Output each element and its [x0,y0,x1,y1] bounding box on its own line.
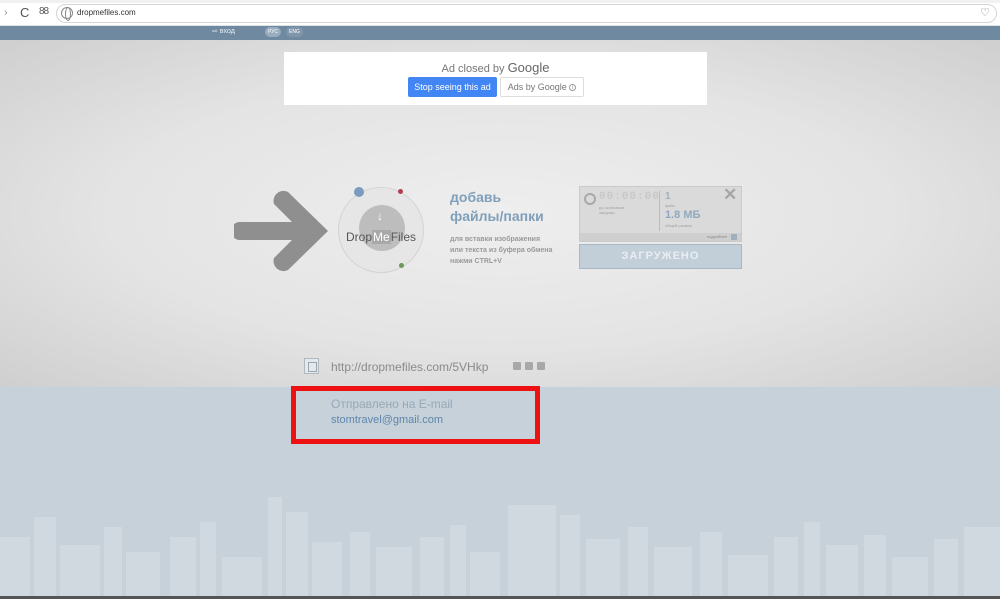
logo-me: Me [372,230,391,244]
total-size-label: общий размер [665,223,692,228]
add-files-title[interactable]: добавь файлы/папки [450,188,544,226]
paste-hint: для вставки изображения или текста из бу… [450,234,552,267]
twitter-icon[interactable] [525,362,533,370]
details-link[interactable]: подробнее [707,234,727,239]
address-url[interactable]: dropmefiles.com [77,8,136,17]
add-title-line1: добавь [450,189,502,205]
logo-drop: Drop [346,230,373,244]
tabs-grid-icon[interactable]: 88 [39,6,49,17]
lang-ru-button[interactable]: РУС [265,27,282,37]
time-remaining-label: до окончания загрузки [599,205,625,215]
google-brand: Google [507,60,550,75]
time-remaining: 00:00:00 [599,191,660,203]
ad-closed-text: Ad closed by Google [284,60,707,75]
heart-icon[interactable]: ♡ [980,6,990,19]
logo-files: Files [390,230,417,244]
arrow-right-icon [234,190,328,272]
address-bar[interactable]: dropmefiles.com ♡ [56,4,997,23]
browser-toolbar: › C 88 dropmefiles.com ♡ [0,0,1000,26]
uploaded-button[interactable]: ЗАГРУЖЕНО [579,244,742,269]
login-link[interactable]: ⇨ вход [212,27,235,35]
stop-seeing-ad-button[interactable]: Stop seeing this ad [408,77,497,97]
copy-icon[interactable] [304,358,319,374]
ads-by-google-label: Ads by Google [507,82,567,92]
file-count-label: файл [665,203,676,208]
download-arrow-icon: ↓ [377,209,383,223]
clock-icon [584,193,596,205]
highlight-box [291,386,540,444]
globe-icon [61,7,73,21]
lang-en-button[interactable]: ENG [286,27,303,37]
dot-blue [354,187,364,197]
ad-panel: Ad closed by Google Stop seeing this ad … [284,52,707,105]
vk-icon[interactable] [537,362,545,370]
paste-hint-line3: нажми CTRL+V [450,258,502,265]
file-count: 1 [665,191,671,202]
expand-icon[interactable] [731,234,737,240]
reload-icon[interactable]: C [20,5,29,20]
dot-red [398,189,403,194]
ads-by-google-button[interactable]: Ads by Google i [500,77,584,97]
paste-hint-line1: для вставки изображения [450,236,541,243]
site-topbar: ⇨ вход РУС ENG [0,26,1000,40]
dot-green [399,263,404,268]
info-icon: i [569,84,577,92]
logo: DropMeFiles [346,230,416,244]
details-bar[interactable]: подробнее [580,233,741,241]
ad-closed-label: Ad closed by [441,63,505,75]
forward-icon[interactable]: › [4,7,8,19]
total-size: 1.8 МБ [665,209,701,221]
share-link[interactable]: http://dropmefiles.com/5VHkp [331,360,488,374]
divider [659,191,660,231]
paste-hint-line2: или текста из буфера обмена [450,247,553,254]
close-icon[interactable]: ✕ [723,185,737,205]
tab-strip [0,0,1000,3]
facebook-icon[interactable] [513,362,521,370]
add-title-line2: файлы/папки [450,208,544,224]
upload-status-panel: 00:00:00 до окончания загрузки 1 файл 1.… [579,185,742,242]
